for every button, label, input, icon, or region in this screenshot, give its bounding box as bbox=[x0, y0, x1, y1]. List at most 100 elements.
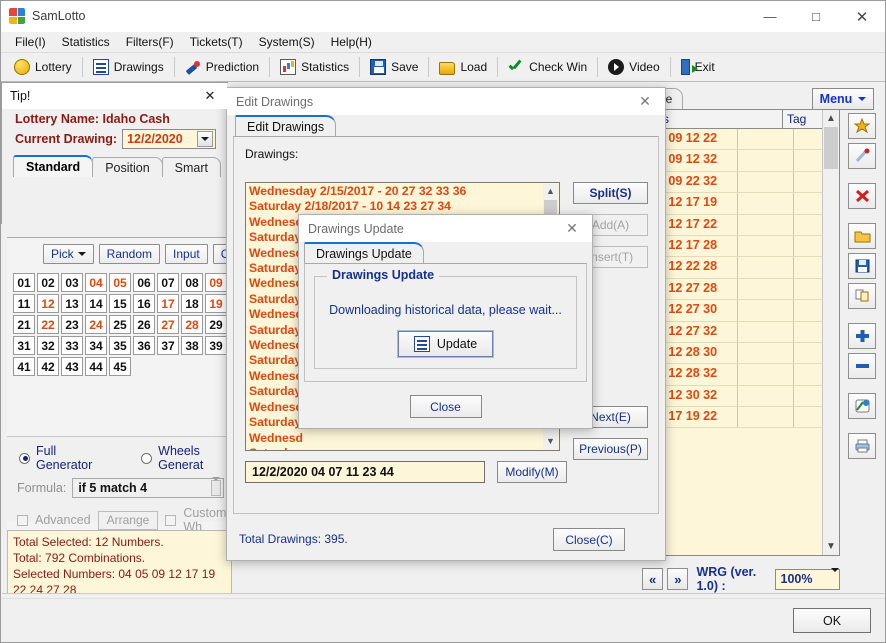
list-item[interactable]: Wednesday 2/15/2017 - 20 27 32 33 36 bbox=[249, 184, 556, 199]
toolbar-save-button[interactable]: Save bbox=[363, 55, 425, 79]
previous-button[interactable]: Previous(P) bbox=[573, 438, 648, 460]
random-button[interactable]: Random bbox=[98, 244, 161, 264]
number-cell-34[interactable]: 34 bbox=[85, 336, 107, 355]
table-row[interactable]: 05 12 27 32 bbox=[643, 321, 839, 343]
number-cell-03[interactable]: 03 bbox=[61, 273, 83, 292]
number-cell-33[interactable]: 33 bbox=[61, 336, 83, 355]
scroll-up-icon[interactable]: ▲ bbox=[543, 184, 558, 199]
number-cell-31[interactable]: 31 bbox=[13, 336, 35, 355]
number-cell-04[interactable]: 04 bbox=[85, 273, 107, 292]
number-cell-45[interactable]: 45 bbox=[109, 357, 131, 376]
printer-icon[interactable] bbox=[848, 433, 876, 459]
number-cell-12[interactable]: 12 bbox=[37, 294, 59, 313]
number-cell-37[interactable]: 37 bbox=[157, 336, 179, 355]
zoom-combo[interactable]: 100% bbox=[774, 568, 840, 590]
number-cell-15[interactable]: 15 bbox=[109, 294, 131, 313]
list-item[interactable]: Wednesd bbox=[249, 431, 556, 446]
scroll-down-icon[interactable]: ▼ bbox=[823, 538, 839, 555]
excel-export-icon[interactable] bbox=[848, 393, 876, 419]
close-button[interactable]: ✕ bbox=[839, 1, 885, 32]
menu-item-filters[interactable]: Filters(F) bbox=[118, 33, 182, 51]
table-row[interactable]: 05 12 17 28 bbox=[643, 235, 839, 258]
number-cell-01[interactable]: 01 bbox=[13, 273, 35, 292]
number-cell-38[interactable]: 38 bbox=[181, 336, 203, 355]
plus-icon[interactable] bbox=[848, 323, 876, 349]
scrollbar-thumb[interactable] bbox=[824, 127, 838, 169]
ok-button[interactable]: OK bbox=[793, 608, 871, 633]
close-icon[interactable]: ✕ bbox=[625, 88, 665, 115]
pick-button[interactable]: Pick bbox=[43, 244, 94, 264]
advanced-checkbox[interactable] bbox=[17, 514, 28, 526]
number-cell-18[interactable]: 18 bbox=[181, 294, 203, 313]
toolbar-load-button[interactable]: Load bbox=[432, 55, 494, 79]
input-button[interactable]: Input bbox=[165, 244, 208, 264]
number-cell-39[interactable]: 39 bbox=[205, 336, 227, 355]
tab-standard[interactable]: Standard bbox=[13, 155, 94, 177]
table-row[interactable]: 05 12 28 30 bbox=[643, 342, 839, 365]
table-row[interactable]: 05 12 27 28 bbox=[643, 278, 839, 301]
number-cell-43[interactable]: 43 bbox=[61, 357, 83, 376]
chevron-down-icon[interactable] bbox=[211, 477, 221, 496]
tab-smart[interactable]: Smart bbox=[161, 157, 222, 177]
number-cell-06[interactable]: 06 bbox=[133, 273, 155, 292]
tab-edit-drawings[interactable]: Edit Drawings bbox=[235, 115, 337, 136]
number-cell-44[interactable]: 44 bbox=[85, 357, 107, 376]
menu-item-statistics[interactable]: Statistics bbox=[54, 33, 118, 51]
edit-pen-icon[interactable] bbox=[848, 143, 876, 169]
chevron-down-icon[interactable] bbox=[831, 568, 839, 586]
drawings-update-close-button[interactable]: Close bbox=[409, 395, 482, 418]
scroll-up-icon[interactable]: ▲ bbox=[823, 110, 839, 127]
copy-pages-icon[interactable] bbox=[848, 283, 876, 309]
number-cell-41[interactable]: 41 bbox=[13, 357, 35, 376]
folder-open-icon[interactable] bbox=[848, 223, 876, 249]
number-cell-29[interactable]: 29 bbox=[205, 315, 227, 334]
last-page-button[interactable]: » bbox=[667, 568, 689, 590]
table-row[interactable]: 05 12 27 30 bbox=[643, 300, 839, 322]
arrange-button[interactable]: Arrange bbox=[97, 510, 159, 530]
number-cell-35[interactable]: 35 bbox=[109, 336, 131, 355]
custom-wheel-checkbox[interactable] bbox=[165, 514, 177, 526]
number-cell-27[interactable]: 27 bbox=[157, 315, 179, 334]
minimize-button[interactable]: — bbox=[747, 1, 793, 32]
number-cell-42[interactable]: 42 bbox=[37, 357, 59, 376]
tab-drawings-update[interactable]: Drawings Update bbox=[304, 242, 424, 263]
number-cell-05[interactable]: 05 bbox=[109, 273, 131, 292]
close-icon[interactable]: ✕ bbox=[199, 87, 221, 105]
menu-item-file[interactable]: File(I) bbox=[7, 33, 54, 51]
table-row[interactable]: 05 12 28 32 bbox=[643, 364, 839, 386]
menu-item-tickets[interactable]: Tickets(T) bbox=[182, 33, 251, 51]
number-cell-21[interactable]: 21 bbox=[13, 315, 35, 334]
formula-combo[interactable]: if 5 match 4 bbox=[72, 477, 224, 498]
table-row[interactable]: 05 12 17 22 bbox=[643, 214, 839, 236]
edit-drawings-close-button[interactable]: Close(C) bbox=[553, 528, 625, 551]
toolbar-prediction-button[interactable]: Prediction bbox=[178, 55, 266, 79]
toolbar-video-button[interactable]: Video bbox=[601, 55, 666, 79]
number-cell-08[interactable]: 08 bbox=[181, 273, 203, 292]
star-add-icon[interactable] bbox=[848, 113, 876, 139]
toolbar-statistics-button[interactable]: Statistics bbox=[273, 55, 356, 79]
table-row[interactable]: 05 12 17 19 bbox=[643, 193, 839, 215]
list-item[interactable]: Saturday 2/18/2017 - 10 14 23 27 34 bbox=[249, 199, 556, 214]
tickets-scrollbar[interactable]: ▲ ▼ bbox=[822, 110, 839, 555]
minus-icon[interactable] bbox=[848, 353, 876, 379]
number-cell-22[interactable]: 22 bbox=[37, 315, 59, 334]
table-row[interactable]: 05 09 22 32 bbox=[643, 171, 839, 194]
number-cell-23[interactable]: 23 bbox=[61, 315, 83, 334]
number-cell-25[interactable]: 25 bbox=[109, 315, 131, 334]
number-cell-24[interactable]: 24 bbox=[85, 315, 107, 334]
maximize-button[interactable]: □ bbox=[793, 1, 839, 32]
radio-full-generator[interactable] bbox=[19, 452, 30, 464]
modify-button[interactable]: Modify(M) bbox=[497, 461, 567, 483]
current-drawing-combo[interactable]: 12/2/2020 bbox=[122, 129, 217, 149]
number-cell-32[interactable]: 32 bbox=[37, 336, 59, 355]
close-icon[interactable]: ✕ bbox=[552, 215, 592, 242]
toolbar-exit-button[interactable]: Exit bbox=[674, 55, 722, 79]
first-page-button[interactable]: « bbox=[642, 568, 664, 590]
menu-item-help[interactable]: Help(H) bbox=[323, 33, 380, 51]
table-row[interactable]: 05 12 22 28 bbox=[643, 257, 839, 279]
number-cell-16[interactable]: 16 bbox=[133, 294, 155, 313]
floppy-save-icon[interactable] bbox=[848, 253, 876, 279]
tab-position[interactable]: Position bbox=[92, 157, 163, 177]
split-button[interactable]: Split(S) bbox=[573, 182, 648, 204]
number-cell-17[interactable]: 17 bbox=[157, 294, 179, 313]
